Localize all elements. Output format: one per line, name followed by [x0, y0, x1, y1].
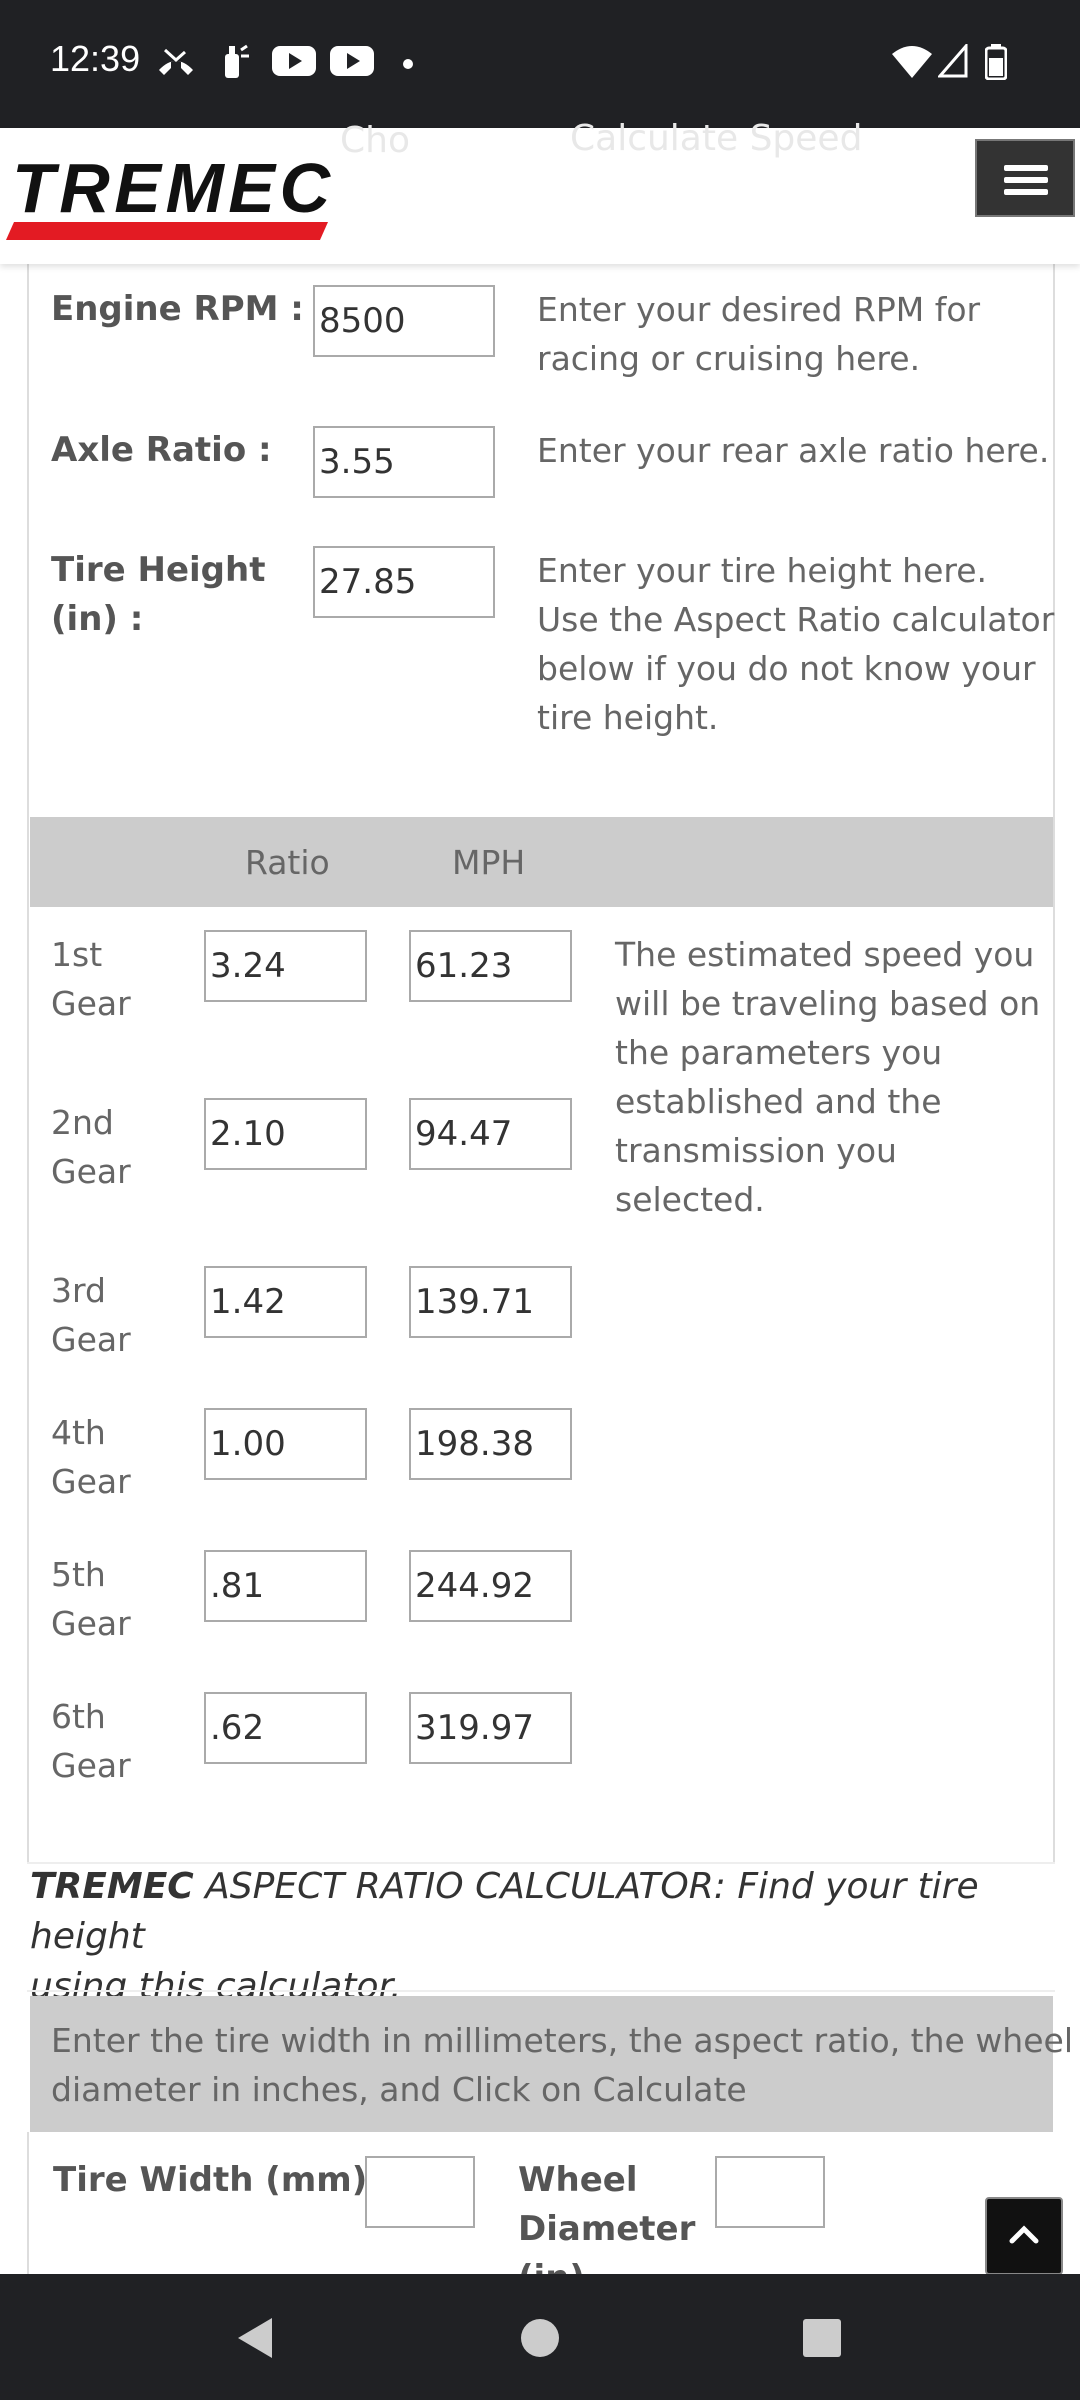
axle-ratio-label: Axle Ratio : — [51, 430, 272, 470]
missed-call-icon — [159, 48, 193, 75]
axle-ratio-help: Enter your rear axle ratio here. — [537, 431, 1050, 470]
estimated-speed-note: The estimated speed you will be travelin… — [615, 935, 1041, 1219]
gear-mph-output[interactable] — [409, 1692, 572, 1764]
engine-rpm-label: Engine RPM : — [51, 289, 304, 329]
gear-mph-output[interactable] — [409, 1266, 572, 1338]
tire-height-help: Enter your tire height here. Use the Asp… — [537, 551, 1055, 737]
system-nav-bar — [0, 2274, 1080, 2400]
gear-label: 2nd Gear — [51, 1103, 131, 1191]
mph-column-header: MPH — [452, 843, 526, 882]
youtube-icon — [272, 46, 316, 76]
battery-icon — [985, 44, 1007, 80]
svg-text:TREMEC: TREMEC — [12, 150, 331, 227]
gear-label: 5th Gear — [51, 1555, 131, 1643]
wheel-diameter-input[interactable] — [715, 2156, 825, 2228]
tire-height-label: Tire Height (in) : — [51, 550, 266, 639]
tire-width-input[interactable] — [365, 2156, 475, 2228]
ratio-column-header: Ratio — [245, 843, 330, 882]
youtube-icon-2 — [330, 46, 374, 76]
aspect-instructions: Enter the tire width in millimeters, the… — [51, 2021, 1074, 2109]
gear-ratio-input[interactable] — [204, 1408, 367, 1480]
gear-mph-output[interactable] — [409, 1098, 572, 1170]
back-to-top-button[interactable] — [985, 2197, 1063, 2275]
ghost-tab-choose: Cho — [340, 120, 410, 161]
more-notifications-dot-icon — [403, 59, 413, 69]
gear-mph-output[interactable] — [409, 1408, 572, 1480]
status-time: 12:39 — [50, 38, 141, 79]
status-bar: 12:39 — [0, 0, 1080, 128]
ghost-tab-calculate-speed: Calculate Speed — [570, 118, 863, 159]
tremec-logo[interactable]: TREMEC — [6, 150, 336, 242]
gear-ratio-input[interactable] — [204, 1550, 367, 1622]
gear-label: 6th Gear — [51, 1697, 131, 1785]
section-divider-2 — [27, 1990, 1055, 1992]
gear-label: 3rd Gear — [51, 1271, 131, 1359]
tire-width-label: Tire Width (mm) — [53, 2160, 368, 2200]
tire-height-input[interactable] — [313, 546, 495, 618]
recents-icon[interactable] — [802, 2318, 842, 2358]
wifi-icon — [892, 46, 932, 78]
gear-ratio-input[interactable] — [204, 1266, 367, 1338]
menu-button[interactable] — [975, 139, 1075, 217]
notification-app-icon — [225, 44, 249, 78]
back-icon[interactable] — [234, 2316, 274, 2360]
gear-mph-output[interactable] — [409, 1550, 572, 1622]
wheel-diameter-label: Wheel Diameter (in) — [518, 2160, 696, 2274]
aspect-inputs-area: Tire Width (mm) Wheel Diameter (in) — [27, 2132, 1055, 2274]
gear-ratio-input[interactable] — [204, 930, 367, 1002]
engine-rpm-input[interactable] — [313, 285, 495, 357]
chevron-up-icon — [1009, 2225, 1039, 2244]
gear-label: 1st Gear — [51, 935, 131, 1023]
axle-ratio-input[interactable] — [313, 426, 495, 498]
gear-mph-output[interactable] — [409, 930, 572, 1002]
gear-label: 4th Gear — [51, 1413, 131, 1501]
site-header: TREMEC Cho Calculate Speed — [0, 118, 1080, 264]
engine-rpm-help: Enter your desired RPM for racing or cru… — [537, 290, 981, 378]
hamburger-icon — [1004, 165, 1048, 171]
gear-table-header — [30, 817, 1053, 907]
cell-signal-icon — [938, 44, 968, 78]
gear-ratio-input[interactable] — [204, 1098, 367, 1170]
home-icon[interactable] — [520, 2318, 560, 2358]
gear-ratio-input[interactable] — [204, 1692, 367, 1764]
